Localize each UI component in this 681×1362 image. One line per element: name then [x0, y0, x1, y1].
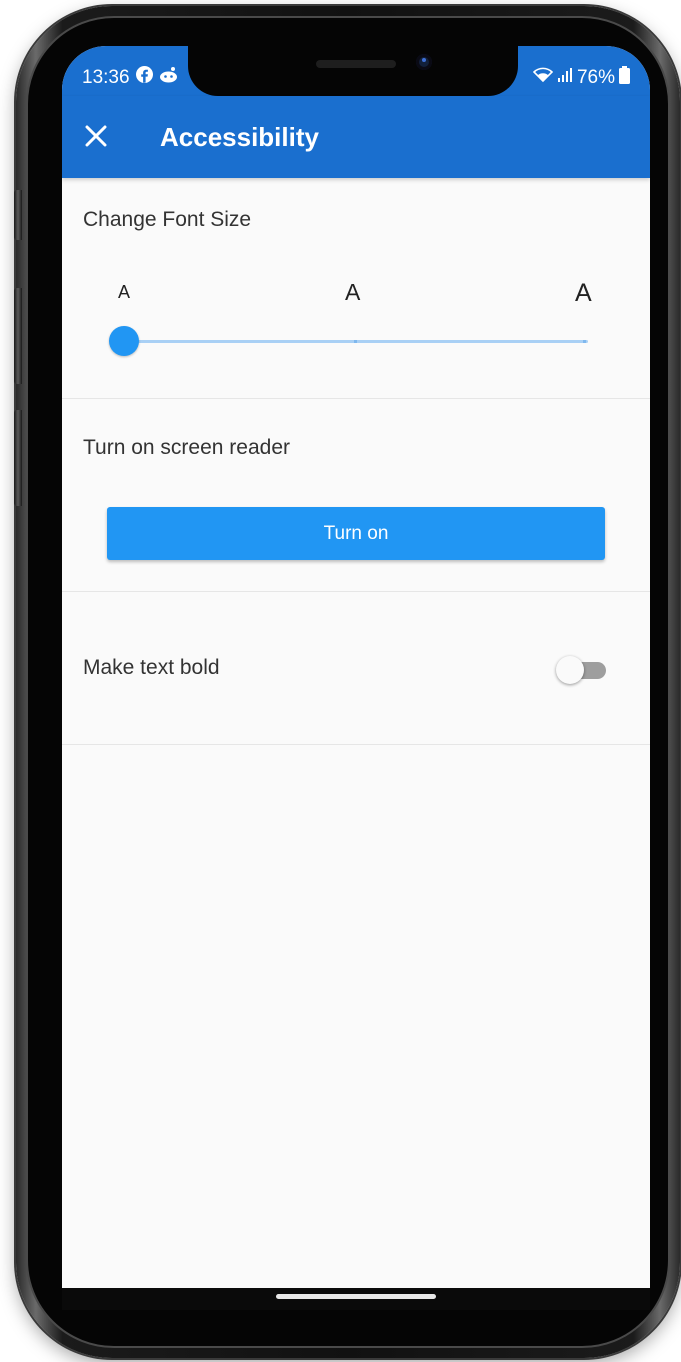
- turn-on-screen-reader-button[interactable]: Turn on: [107, 507, 605, 560]
- signal-icon: [557, 67, 573, 89]
- app-bar: Accessibility: [62, 96, 650, 178]
- font-size-large-label[interactable]: A: [575, 279, 592, 308]
- speaker-grille: [316, 60, 396, 68]
- battery-percentage: 76%: [576, 67, 615, 88]
- status-right: 76%: [532, 66, 630, 90]
- action-button: [14, 190, 22, 240]
- page-title: Accessibility: [160, 122, 319, 152]
- camera-notch: [188, 46, 518, 96]
- facebook-icon: [135, 66, 153, 89]
- font-size-medium-label[interactable]: A: [345, 279, 360, 306]
- reddit-icon: [159, 66, 178, 89]
- bold-text-toggle[interactable]: [556, 655, 610, 685]
- screen-reader-section: [62, 399, 650, 592]
- status-bar: 13:36 76%: [62, 46, 650, 96]
- font-size-small-label[interactable]: A: [118, 282, 130, 303]
- slider-tick: [354, 340, 357, 343]
- status-time: 13:36: [82, 66, 130, 88]
- volume-up-button: [14, 288, 22, 384]
- volume-down-button: [14, 410, 22, 506]
- front-camera-icon: [416, 54, 432, 70]
- navigation-bar: [62, 1288, 650, 1310]
- close-button[interactable]: [76, 116, 116, 156]
- close-icon: [85, 125, 107, 147]
- bold-text-title: Make text bold: [83, 656, 220, 679]
- slider-tick: [583, 340, 586, 343]
- phone-screen: 13:36 76% Accessibility Change Font Size…: [62, 46, 650, 1310]
- toggle-thumb: [556, 656, 584, 684]
- home-indicator[interactable]: [276, 1294, 436, 1299]
- screen-reader-title: Turn on screen reader: [83, 436, 290, 459]
- battery-icon: [619, 66, 630, 90]
- font-size-title: Change Font Size: [83, 208, 252, 231]
- wifi-icon: [532, 67, 554, 89]
- status-left: 13:36: [82, 66, 178, 89]
- font-size-slider-thumb[interactable]: [109, 326, 139, 356]
